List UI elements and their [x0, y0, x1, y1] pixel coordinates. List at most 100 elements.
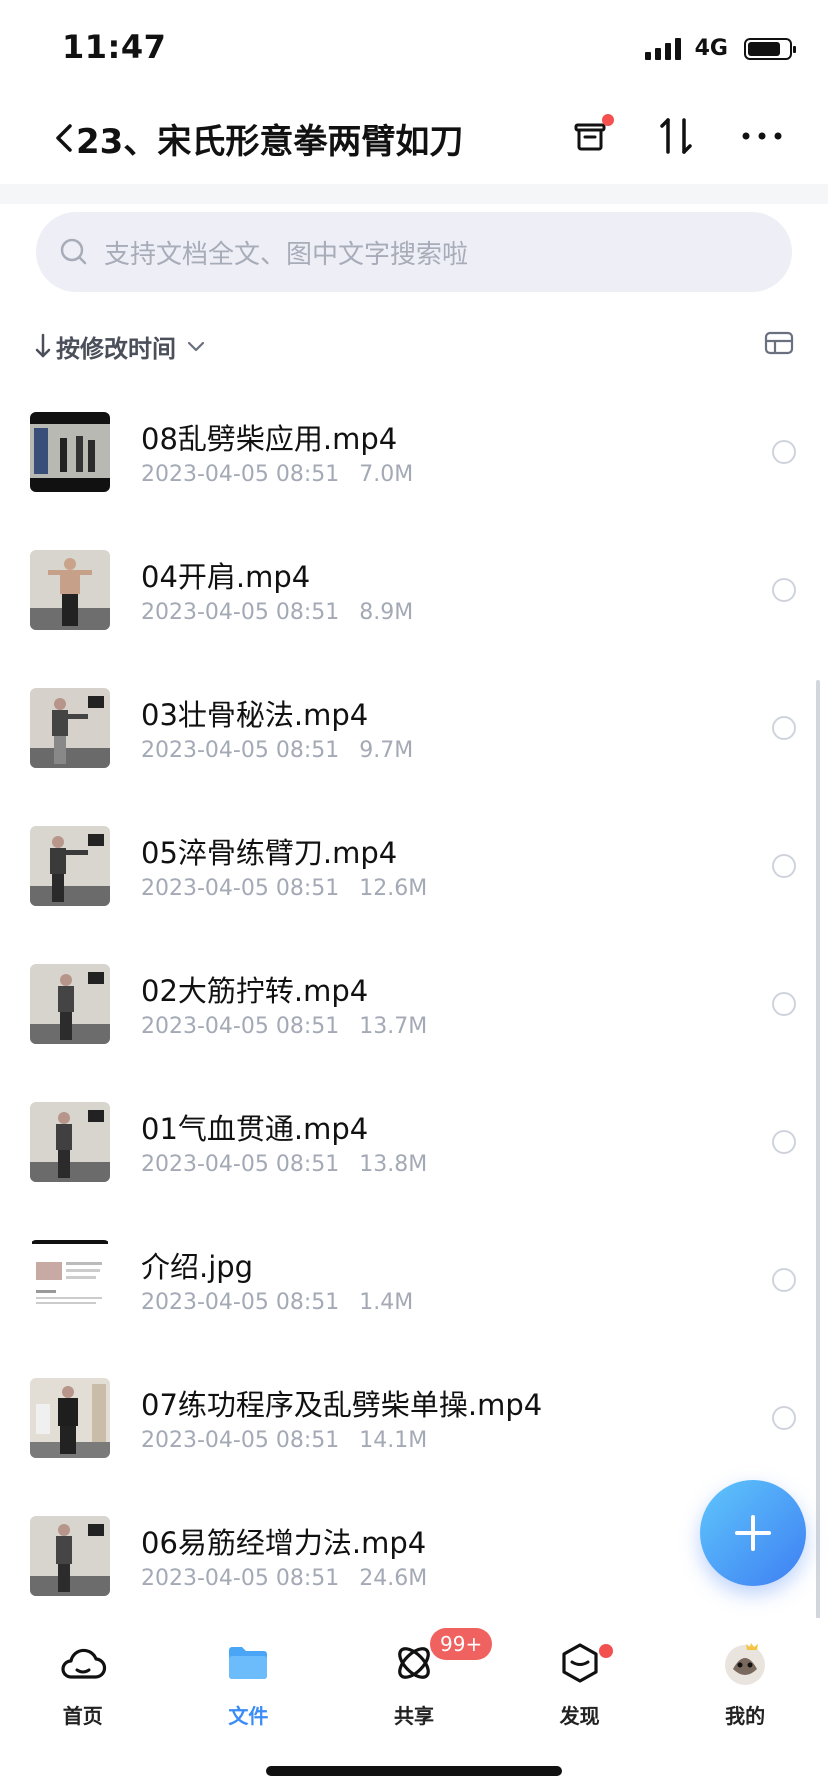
file-row[interactable]: 03壮骨秘法.mp4 2023-04-05 08:51 9.7M: [0, 676, 828, 814]
file-meta: 2023-04-05 08:51 13.7M: [141, 1014, 427, 1039]
file-size: 7.0M: [359, 462, 414, 487]
tab-bar: 首页 文件 共享 发现 我的: [0, 1618, 828, 1758]
select-checkbox[interactable]: [772, 1268, 796, 1292]
file-size: 24.6M: [359, 1566, 428, 1591]
file-size: 9.7M: [359, 738, 414, 763]
file-meta: 2023-04-05 08:51 9.7M: [141, 738, 413, 763]
file-row[interactable]: 05淬骨练臂刀.mp4 2023-04-05 08:51 12.6M: [0, 814, 828, 952]
header-divider: [0, 184, 828, 204]
archive-button[interactable]: [566, 112, 614, 160]
tab-label: 发现: [559, 1704, 600, 1728]
more-button[interactable]: [738, 112, 786, 160]
signal-icon: [644, 37, 681, 60]
select-checkbox[interactable]: [772, 992, 796, 1016]
sort-button[interactable]: [652, 112, 700, 160]
select-checkbox[interactable]: [772, 440, 796, 464]
file-meta: 2023-04-05 08:51 24.6M: [141, 1566, 427, 1591]
notification-dot: [598, 1644, 613, 1658]
file-date: 2023-04-05 08:51: [141, 462, 340, 487]
select-checkbox[interactable]: [772, 578, 796, 602]
file-meta: 2023-04-05 08:51 7.0M: [141, 462, 413, 487]
header: 23、宋氏形意拳两臂如刀: [0, 100, 828, 180]
file-name: 05淬骨练臂刀.mp4: [141, 836, 398, 870]
select-checkbox[interactable]: [772, 716, 796, 740]
file-size: 13.7M: [359, 1014, 428, 1039]
file-row[interactable]: 07练功程序及乱劈柴单操.mp4 2023-04-05 08:51 14.1M: [0, 1366, 828, 1504]
share-count-badge: 99+: [430, 1628, 493, 1660]
file-date: 2023-04-05 08:51: [141, 1566, 340, 1591]
tab-me[interactable]: 我的: [662, 1618, 828, 1758]
search-input[interactable]: 支持文档全文、图中文字搜索啦: [36, 212, 792, 292]
file-list: 08乱劈柴应用.mp4 2023-04-05 08:51 7.0M 04开肩.mp…: [0, 400, 828, 1642]
chevron-down-icon: [187, 341, 205, 352]
file-meta: 2023-04-05 08:51 1.4M: [141, 1290, 413, 1315]
file-meta: 2023-04-05 08:51 14.1M: [141, 1428, 427, 1453]
sort-arrows-icon: [660, 118, 692, 154]
home-indicator: [266, 1766, 562, 1776]
file-size: 12.6M: [359, 876, 428, 901]
file-name: 08乱劈柴应用.mp4: [141, 422, 398, 456]
scrollbar[interactable]: [816, 680, 820, 1620]
file-date: 2023-04-05 08:51: [141, 1428, 340, 1453]
video-thumbnail: [30, 1378, 110, 1458]
file-name: 01气血贯通.mp4: [141, 1112, 369, 1146]
video-thumbnail: [30, 412, 110, 492]
header-actions: [566, 112, 786, 160]
file-row[interactable]: 02大筋拧转.mp4 2023-04-05 08:51 13.7M: [0, 952, 828, 1090]
view-toggle-icon[interactable]: [764, 330, 794, 356]
file-meta: 2023-04-05 08:51 13.8M: [141, 1152, 427, 1177]
file-meta: 2023-04-05 08:51 12.6M: [141, 876, 427, 901]
tab-label: 我的: [725, 1704, 766, 1728]
select-checkbox[interactable]: [772, 854, 796, 878]
tab-label: 共享: [393, 1704, 434, 1728]
image-thumbnail: [30, 1240, 110, 1320]
select-checkbox[interactable]: [772, 1406, 796, 1430]
tab-discover[interactable]: 发现: [497, 1618, 663, 1758]
file-name: 07练功程序及乱劈柴单操.mp4: [141, 1388, 543, 1422]
file-row[interactable]: 介绍.jpg 2023-04-05 08:51 1.4M: [0, 1228, 828, 1366]
search-icon: [60, 238, 87, 265]
file-date: 2023-04-05 08:51: [141, 876, 340, 901]
tab-home[interactable]: 首页: [0, 1618, 166, 1758]
file-row[interactable]: 01气血贯通.mp4 2023-04-05 08:51 13.8M: [0, 1090, 828, 1228]
file-size: 8.9M: [359, 600, 414, 625]
file-size: 14.1M: [359, 1428, 428, 1453]
file-size: 1.4M: [359, 1290, 414, 1315]
video-thumbnail: [30, 964, 110, 1044]
file-name: 06易筋经增力法.mp4: [141, 1526, 427, 1560]
status-indicators: 4G: [644, 36, 796, 61]
add-button[interactable]: [700, 1480, 806, 1586]
video-thumbnail: [30, 1516, 110, 1596]
page-title: 23、宋氏形意拳两臂如刀: [76, 122, 464, 162]
file-date: 2023-04-05 08:51: [141, 600, 340, 625]
sort-control[interactable]: 按修改时间: [34, 324, 794, 368]
file-date: 2023-04-05 08:51: [141, 1290, 340, 1315]
file-name: 02大筋拧转.mp4: [141, 974, 369, 1008]
network-type: 4G: [694, 36, 728, 61]
cloud-icon: [58, 1638, 108, 1688]
file-name: 介绍.jpg: [141, 1250, 254, 1284]
tab-label: 文件: [228, 1704, 269, 1728]
file-size: 13.8M: [359, 1152, 428, 1177]
video-thumbnail: [30, 826, 110, 906]
video-thumbnail: [30, 550, 110, 630]
video-thumbnail: [30, 688, 110, 768]
file-date: 2023-04-05 08:51: [141, 1152, 340, 1177]
file-row[interactable]: 08乱劈柴应用.mp4 2023-04-05 08:51 7.0M: [0, 400, 828, 538]
file-date: 2023-04-05 08:51: [141, 1014, 340, 1039]
notification-dot: [602, 114, 614, 126]
file-row[interactable]: 04开肩.mp4 2023-04-05 08:51 8.9M: [0, 538, 828, 676]
tab-files[interactable]: 文件: [166, 1618, 332, 1758]
file-meta: 2023-04-05 08:51 8.9M: [141, 600, 413, 625]
folder-icon: [223, 1638, 273, 1688]
select-checkbox[interactable]: [772, 1130, 796, 1154]
sort-down-icon: [35, 333, 51, 358]
plus-icon: [735, 1515, 771, 1551]
battery-icon: [744, 37, 796, 60]
avatar: [720, 1638, 770, 1688]
file-date: 2023-04-05 08:51: [141, 738, 340, 763]
sort-label: 按修改时间: [56, 334, 176, 363]
file-name: 04开肩.mp4: [141, 560, 311, 594]
search-placeholder: 支持文档全文、图中文字搜索啦: [104, 239, 469, 270]
status-time: 11:47: [62, 28, 167, 66]
